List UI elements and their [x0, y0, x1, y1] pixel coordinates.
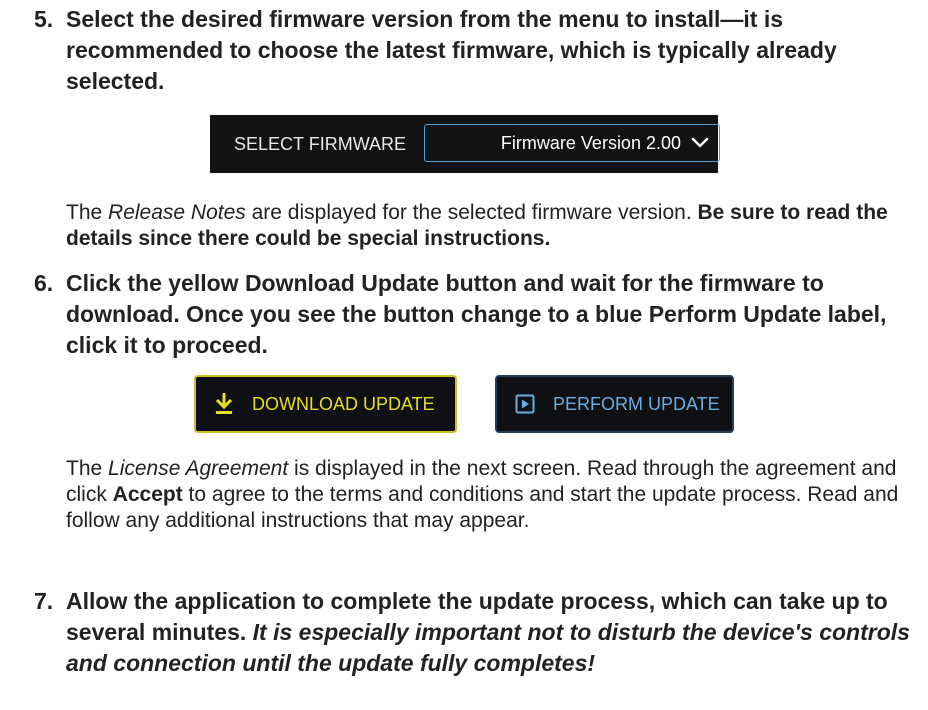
play-icon — [515, 394, 535, 414]
step-7: 7. Allow the application to complete the… — [34, 586, 914, 679]
firmware-selector-bar: SELECT FIRMWARE Firmware Version 2.00 — [210, 115, 720, 173]
license-agreement-term: License Agreement — [108, 457, 289, 480]
accept-term: Accept — [112, 483, 183, 506]
license-agreement-paragraph: The License Agreement is displayed in th… — [66, 457, 899, 532]
step-number: 5. — [34, 6, 54, 32]
release-notes-paragraph: The Release Notes are displayed for the … — [66, 201, 888, 250]
firmware-version-value: Firmware Version 2.00 — [500, 132, 681, 153]
step-text: Select the desired firmware version from… — [66, 6, 837, 94]
step-5: 5. Select the desired firmware version f… — [34, 4, 914, 97]
perform-update-label: PERFORM UPDATE — [553, 393, 720, 414]
download-icon — [215, 393, 233, 414]
chevron-down-icon — [691, 137, 709, 148]
select-firmware-label: SELECT FIRMWARE — [234, 133, 407, 154]
download-update-label: DOWNLOAD UPDATE — [252, 393, 435, 414]
step-6: 6. Click the yellow Download Update butt… — [34, 268, 914, 361]
download-update-button[interactable]: DOWNLOAD UPDATE — [194, 375, 457, 433]
step-text: Click the yellow Download Update button … — [66, 270, 887, 358]
step-number: 7. — [34, 588, 54, 614]
firmware-version-dropdown[interactable]: Firmware Version 2.00 — [424, 124, 720, 162]
release-notes-term: Release Notes — [108, 201, 246, 224]
step-text: Allow the application to complete the up… — [66, 588, 910, 676]
perform-update-button[interactable]: PERFORM UPDATE — [495, 375, 734, 433]
step-number: 6. — [34, 270, 54, 296]
